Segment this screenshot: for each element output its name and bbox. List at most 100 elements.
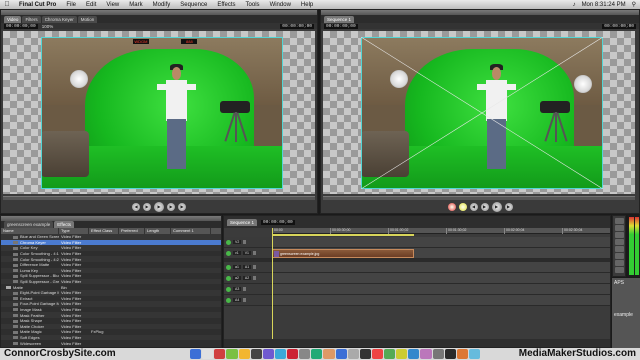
track-label[interactable]: V1 [242, 251, 251, 255]
dock-app-icon[interactable] [202, 349, 214, 359]
track-visibility-icon[interactable] [226, 264, 231, 270]
column-type[interactable]: Type [59, 228, 89, 234]
track-select-tool-icon[interactable] [614, 232, 624, 238]
dock-app-icon[interactable] [359, 349, 371, 359]
dock-app-icon[interactable] [238, 349, 250, 359]
viewer-scrubber[interactable] [3, 196, 315, 200]
track-visibility-icon[interactable] [226, 250, 231, 256]
column-comment-1[interactable]: Comment 1 [171, 228, 211, 234]
play-button[interactable]: ▶ [154, 202, 164, 212]
dock-app-icon[interactable] [456, 349, 468, 359]
viewer-current-timecode[interactable]: 00:00:00;00 [280, 23, 314, 29]
canvas-screen[interactable] [323, 31, 635, 194]
column-name[interactable]: Name [1, 228, 59, 234]
play-in-out-button[interactable]: ▶ [480, 203, 489, 211]
slip-tool-icon[interactable] [614, 246, 624, 252]
track-lock-icon[interactable] [243, 240, 247, 244]
desktop-file-label[interactable]: example [614, 312, 633, 318]
source-target[interactable]: v1 [233, 251, 241, 255]
canvas-scrubber[interactable] [323, 196, 635, 200]
menu-help[interactable]: Help [296, 2, 318, 8]
apple-icon[interactable]:  [0, 1, 14, 8]
menu-app-name[interactable]: Final Cut Pro [14, 2, 61, 8]
canvas-current-timecode[interactable]: 00:00:00;00 [602, 23, 636, 29]
next-edit-button[interactable]: ▶ [504, 203, 513, 211]
zoom-tool-icon[interactable] [614, 260, 624, 266]
track-visibility-icon[interactable] [226, 239, 231, 245]
track-a3[interactable]: A3 [224, 284, 610, 295]
track-visibility-icon[interactable] [226, 286, 231, 292]
overwrite-edit-button[interactable] [458, 203, 467, 211]
track-visibility-icon[interactable] [226, 275, 231, 281]
track-visibility-icon[interactable] [226, 297, 231, 303]
tab-effects[interactable]: Effects [54, 221, 74, 228]
dock-app-icon[interactable] [214, 349, 226, 359]
play-button[interactable]: ▶ [491, 202, 502, 212]
timeline-clip[interactable]: greenscreen example.jpg [272, 249, 414, 258]
dock-app-icon[interactable] [226, 349, 238, 359]
volume-icon[interactable]: ♪ [573, 2, 576, 8]
tab-project[interactable]: greenscreen example [4, 221, 54, 228]
track-lock-icon[interactable] [253, 276, 257, 280]
dock-app-icon[interactable] [190, 349, 202, 359]
menu-file[interactable]: File [61, 2, 81, 8]
column-length[interactable]: Length [145, 228, 171, 234]
menu-modify[interactable]: Modify [148, 2, 176, 8]
dock-app-icon[interactable] [250, 349, 262, 359]
dock-app-icon[interactable] [335, 349, 347, 359]
track-label[interactable]: A4 [233, 298, 242, 302]
play-around-button[interactable]: ▶ [167, 203, 175, 211]
menu-tools[interactable]: Tools [241, 2, 265, 8]
source-target[interactable]: a2 [233, 276, 241, 280]
dock-app-icon[interactable] [311, 349, 323, 359]
column-effect-class[interactable]: Effect Class [89, 228, 119, 234]
track-lock-icon[interactable] [243, 287, 247, 291]
dock-app-icon[interactable] [323, 349, 335, 359]
menu-mark[interactable]: Mark [124, 2, 147, 8]
dock-app-icon[interactable] [299, 349, 311, 359]
tab-chroma-keyer[interactable]: Chroma Keyer [41, 16, 77, 23]
menu-window[interactable]: Window [265, 2, 296, 8]
track-label[interactable]: V2 [233, 240, 242, 244]
crop-tool-icon[interactable] [614, 267, 624, 273]
next-edit-button[interactable]: ▶ [178, 203, 186, 211]
track-lock-icon[interactable] [252, 251, 256, 255]
menu-view[interactable]: View [101, 2, 124, 8]
track-lock-icon[interactable] [243, 298, 247, 302]
dock-app-icon[interactable] [408, 349, 420, 359]
roll-tool-icon[interactable] [614, 239, 624, 245]
track-label[interactable]: A2 [242, 276, 252, 280]
dock-app-icon[interactable] [384, 349, 396, 359]
track-a1[interactable]: a1 A1 [224, 262, 610, 273]
dock-app-icon[interactable] [444, 349, 456, 359]
dock-app-icon[interactable] [274, 349, 286, 359]
column-preferred[interactable]: Preferred [119, 228, 145, 234]
canvas-duration-timecode[interactable]: 00:00:00;00 [324, 23, 358, 29]
source-target[interactable]: a1 [233, 265, 241, 269]
play-in-out-button[interactable]: ▶ [143, 203, 151, 211]
viewer-screen[interactable]: WDGM 888 [3, 31, 315, 194]
dock-app-icon[interactable] [420, 349, 432, 359]
menu-effects[interactable]: Effects [212, 2, 240, 8]
track-v1[interactable]: v1 V1 greenscreen example.jpg [224, 248, 610, 259]
prev-edit-button[interactable]: ◀ [132, 203, 140, 211]
track-label[interactable]: A3 [233, 287, 242, 291]
dock-app-icon[interactable] [262, 349, 274, 359]
edit-selection-tool-icon[interactable] [614, 225, 624, 231]
tab-filters[interactable]: Filters [22, 16, 41, 23]
selection-tool-icon[interactable] [614, 218, 624, 224]
effect-row[interactable]: Widescreen Video Filter [1, 340, 221, 346]
dock-app-icon[interactable] [468, 349, 480, 359]
track-a2[interactable]: a2 A2 [224, 273, 610, 284]
insert-edit-button[interactable] [447, 203, 456, 211]
timeline-timecode[interactable]: 00:00:00;00 [261, 219, 295, 225]
dock-app-icon[interactable] [371, 349, 383, 359]
razor-tool-icon[interactable] [614, 253, 624, 259]
dock-app-icon[interactable] [287, 349, 299, 359]
tab-timeline-sequence[interactable]: Sequence 1 [227, 218, 258, 226]
track-label[interactable]: A1 [242, 265, 252, 269]
viewer-zoom[interactable]: 100% [42, 24, 54, 29]
menu-clock[interactable]: Mon 8:31:24 PM [582, 2, 626, 8]
tab-video[interactable]: Video [4, 16, 22, 23]
track-a4[interactable]: A4 [224, 295, 610, 306]
